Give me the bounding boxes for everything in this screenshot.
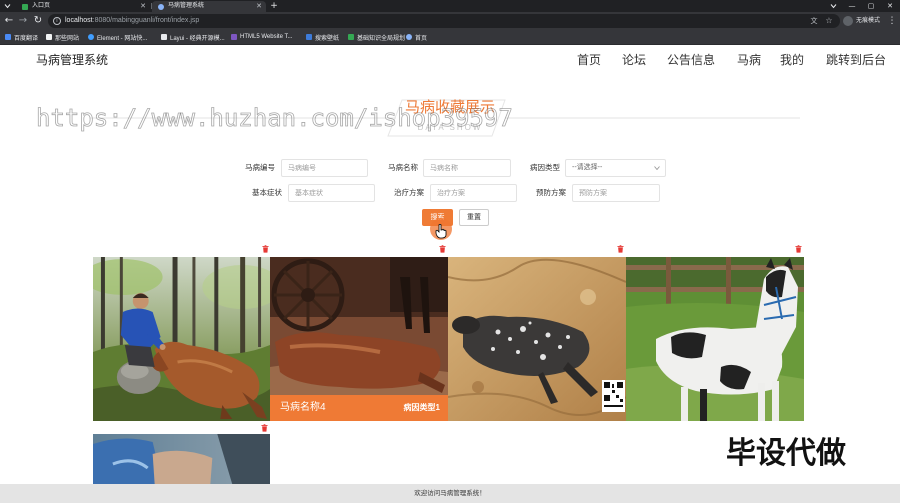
disease-name-input[interactable] (423, 159, 511, 177)
address-host: localhost (65, 17, 93, 24)
bookmark-label: Layui - 经典开源模... (170, 35, 225, 42)
card-disease-name: 马病名称4 (280, 402, 326, 413)
footer-text: 欢迎访问马病管理系统！ (414, 490, 486, 497)
tab-title: 入口页 (32, 3, 51, 9)
bookmark-favicon-icon (348, 34, 354, 40)
card-image (93, 434, 270, 484)
delete-icon[interactable] (261, 424, 268, 432)
chevron-down-icon (654, 166, 660, 170)
tab-list-icon[interactable] (4, 3, 11, 9)
bookmark-label: 百度翻译 (14, 35, 39, 42)
bookmark-item[interactable]: 百度翻译 (5, 30, 38, 44)
nav-announcements[interactable]: 公告信息 (667, 52, 715, 68)
disease-type-selected: --请选择-- (572, 164, 603, 171)
bookmark-favicon-icon (406, 34, 412, 40)
bookmarks-bar: 百度翻译 那些网站 Element - 网站快... Layui - 经典开源模… (0, 30, 900, 45)
disease-id-input[interactable] (281, 159, 368, 177)
page-footer: 欢迎访问马病管理系统！ (0, 484, 900, 503)
address-text[interactable]: localhost:8080/mabingguanli/front/index.… (65, 14, 199, 28)
favorite-card[interactable] (93, 434, 270, 484)
favorite-card[interactable] (626, 257, 804, 421)
delete-icon[interactable] (262, 245, 269, 253)
address-path: :8080/mabingguanli/front/index.jsp (92, 17, 200, 24)
tab-search-icon[interactable] (830, 3, 837, 9)
site-brand[interactable]: 马病管理系统 (36, 52, 108, 68)
card-image (93, 257, 270, 421)
bookmark-star-icon[interactable]: ☆ (823, 14, 835, 28)
tab-favicon-icon (22, 4, 28, 10)
bookmark-item[interactable]: Layui - 经典开源模... (161, 30, 225, 44)
bookmark-favicon-icon (231, 34, 237, 40)
maximize-icon[interactable]: ▢ (863, 0, 879, 12)
delete-icon[interactable] (795, 245, 802, 253)
tab-strip: 入口页 ✕ 马病管理系统 ✕ + — ▢ ✕ (0, 0, 900, 12)
bookmark-favicon-icon (161, 34, 167, 40)
incognito-avatar-icon[interactable] (843, 16, 853, 26)
card-disease-type: 病因类型1 (403, 403, 440, 412)
delete-icon[interactable] (439, 245, 446, 253)
card-image (626, 257, 804, 421)
hand-pointer-icon (435, 224, 447, 239)
window-close-icon[interactable]: ✕ (882, 0, 898, 12)
favorite-card[interactable] (93, 257, 270, 421)
browser-menu-icon[interactable]: ⋮ (885, 13, 899, 29)
bookmark-item[interactable]: 基础知识全局规划 (348, 30, 405, 44)
forward-icon[interactable]: → (16, 13, 30, 29)
profile-label[interactable]: 无痕模式 (856, 14, 880, 28)
new-tab-icon[interactable]: + (266, 0, 282, 12)
nav-home[interactable]: 首页 (577, 52, 601, 68)
card-hover-overlay[interactable]: 马病名称4 病因类型1 (270, 395, 448, 421)
bookmark-label: Element - 网站快... (97, 35, 148, 42)
disease-type-select[interactable]: --请选择-- (565, 159, 666, 177)
tab-close-icon[interactable]: ✕ (140, 1, 146, 12)
bookmark-item[interactable]: 搜索壁纸 (306, 30, 339, 44)
label-prevention: 预防方案 (536, 188, 566, 197)
bookmark-label: HTML5 Website T... (240, 34, 293, 40)
tab-horse-disease-system[interactable]: 马病管理系统 ✕ (152, 1, 266, 12)
card-image (448, 257, 626, 421)
browser-toolbar: ← → ↻ i localhost:8080/mabingguanli/fron… (0, 12, 900, 30)
label-treatment: 治疗方案 (394, 188, 424, 197)
site-info-icon[interactable]: i (53, 17, 61, 25)
back-icon[interactable]: ← (2, 13, 16, 29)
label-symptoms: 基本症状 (252, 188, 282, 197)
section-subtitle: DATA SHOW (417, 123, 483, 132)
bookmark-item[interactable]: Element - 网站快... (88, 30, 147, 44)
bookmark-label: 那些网站 (55, 35, 80, 42)
bookmark-favicon-icon (306, 34, 312, 40)
reload-icon[interactable]: ↻ (31, 13, 45, 29)
bookmark-favicon-icon (88, 34, 94, 40)
bookmark-label: 搜索壁纸 (315, 35, 340, 42)
reset-button[interactable]: 重置 (459, 209, 489, 226)
label-disease-id: 马病编号 (245, 163, 275, 172)
nav-horse-disease[interactable]: 马病 (737, 52, 761, 68)
address-bar[interactable]: i localhost:8080/mabingguanli/front/inde… (48, 14, 840, 28)
bookmark-label: 首页 (415, 35, 428, 42)
bookmark-favicon-icon (5, 34, 11, 40)
prevention-input[interactable] (572, 184, 660, 202)
globe-icon (158, 4, 164, 10)
treatment-input[interactable] (430, 184, 517, 202)
bookmark-favicon-icon (46, 34, 52, 40)
symptoms-input[interactable] (288, 184, 375, 202)
nav-mine[interactable]: 我的 (780, 52, 804, 68)
tab-entry-page[interactable]: 入口页 ✕ (16, 1, 150, 12)
label-disease-name: 马病名称 (388, 163, 418, 172)
favorite-card[interactable]: 马病名称4 病因类型1 (270, 257, 448, 421)
translate-icon[interactable]: 文 (808, 14, 820, 28)
bookmark-item[interactable]: 首页 (406, 30, 427, 44)
section-title: 马病收藏展示 (404, 99, 495, 116)
bookmark-item[interactable]: HTML5 Website T... (231, 30, 292, 44)
bookmark-label: 基础知识全局规划 (357, 35, 406, 42)
tab-close-icon[interactable]: ✕ (256, 1, 262, 12)
delete-icon[interactable] (617, 245, 624, 253)
bookmark-item[interactable]: 那些网站 (46, 30, 79, 44)
promo-watermark: 毕设代做 (726, 436, 846, 471)
minimize-icon[interactable]: — (844, 0, 860, 12)
nav-admin[interactable]: 跳转到后台 (826, 52, 886, 68)
nav-forum[interactable]: 论坛 (622, 52, 646, 68)
favorite-card[interactable] (448, 257, 626, 421)
label-disease-type: 病因类型 (530, 163, 560, 172)
tab-title: 马病管理系统 (168, 3, 205, 9)
